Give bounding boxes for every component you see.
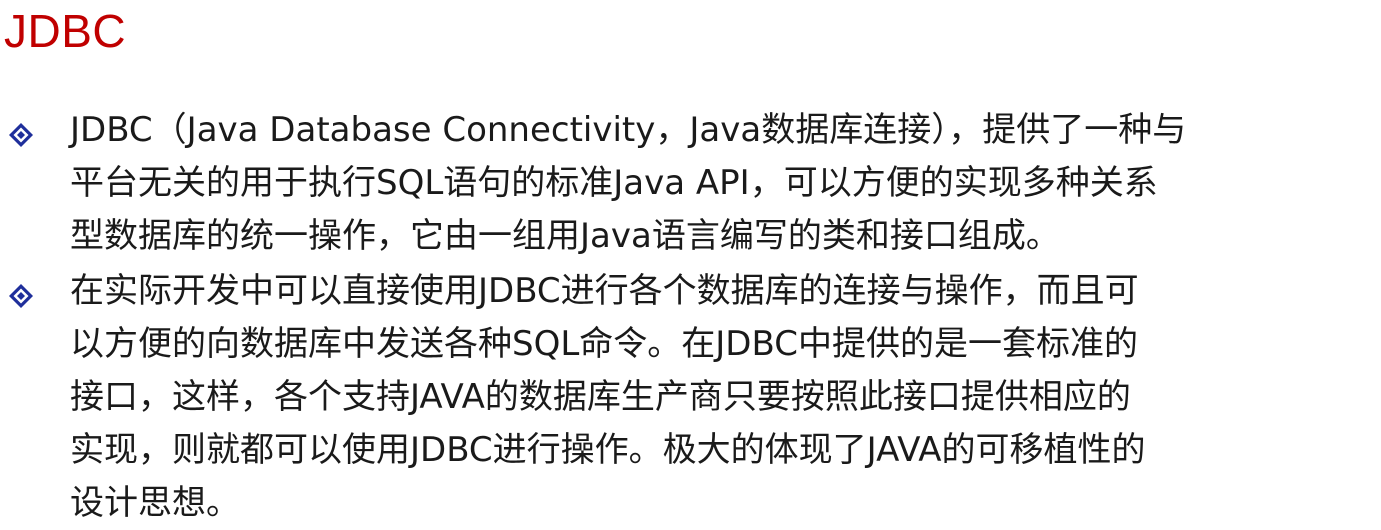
bullet-paragraph: 在实际开发中可以直接使用JDBC进行各个数据库的连接与操作，而且可 以方便的向数… [70,265,1372,530]
bullet-line: 接口，这样，各个支持JAVA的数据库生产商只要按照此接口提供相应的 [70,377,1131,417]
bullet-line: 以方便的向数据库中发送各种SQL命令。在JDBC中提供的是一套标准的 [70,324,1138,364]
bullet-line: 型数据库的统一操作，它由一组用Java语言编写的类和接口组成。 [70,216,1060,256]
bullet-line: 平台无关的用于执行SQL语句的标准Java API，可以方便的实现多种关系 [70,163,1158,203]
diamond-bullet-icon [9,123,33,147]
bullet-line: JDBC（Java Database Connectivity，Java数据库连… [70,110,1187,150]
diamond-bullet-icon [9,284,33,308]
bullet-paragraph: JDBC（Java Database Connectivity，Java数据库连… [70,104,1372,263]
bullet-line: 在实际开发中可以直接使用JDBC进行各个数据库的连接与操作，而且可 [70,271,1139,311]
bullet-line: 设计思想。 [70,483,240,523]
bullet-list: JDBC（Java Database Connectivity，Java数据库连… [0,0,1381,523]
bullet-line: 实现，则就都可以使用JDBC进行操作。极大的体现了JAVA的可移植性的 [70,430,1146,470]
